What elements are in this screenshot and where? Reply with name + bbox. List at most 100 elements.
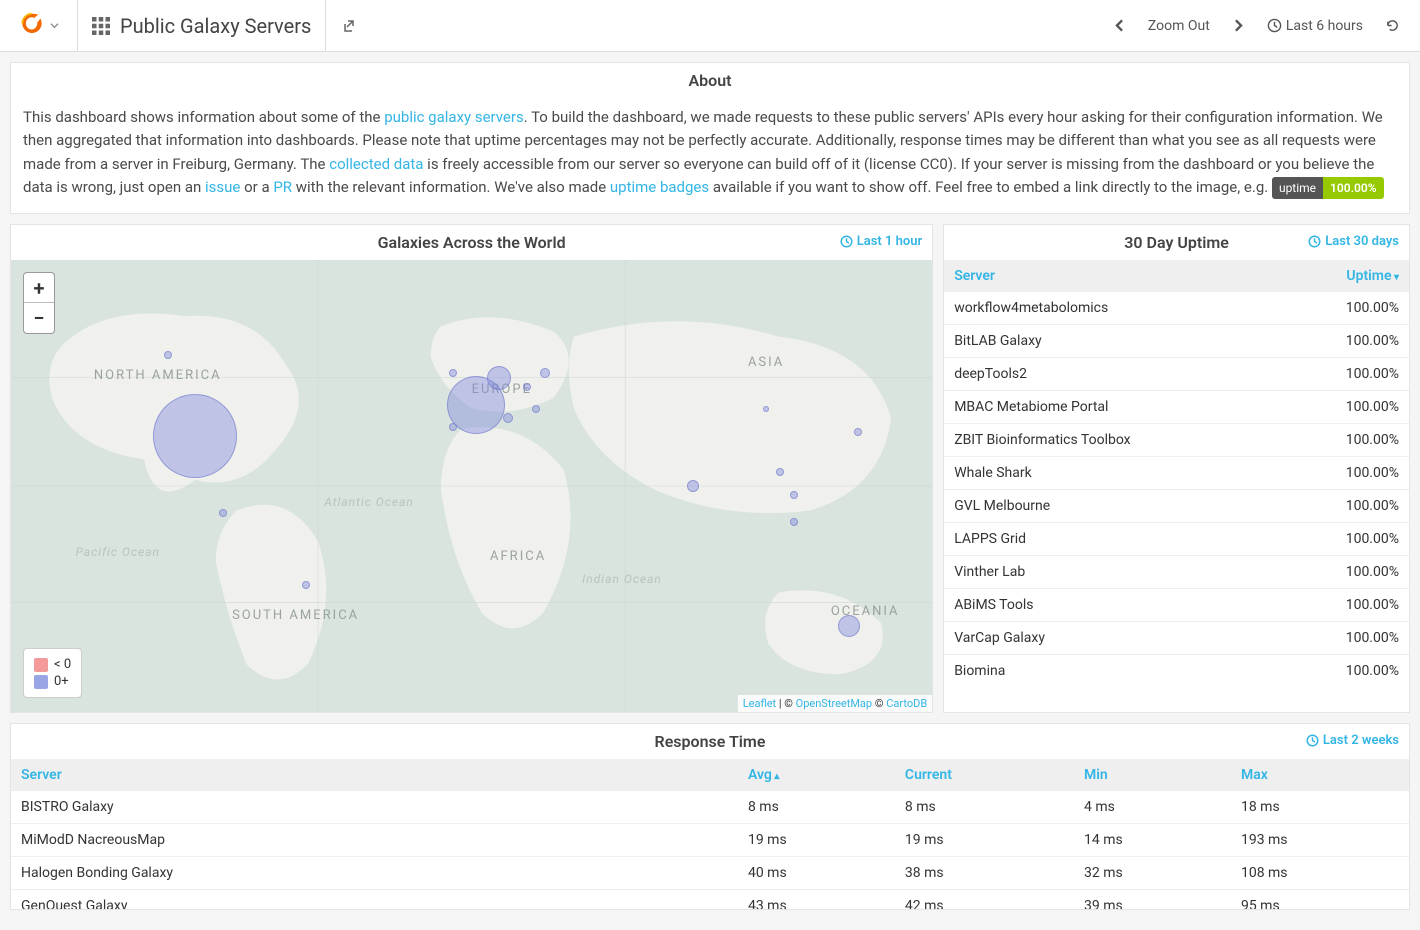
rt-max: 95 ms — [1231, 890, 1409, 910]
link-pr[interactable]: PR — [273, 178, 292, 196]
map-panel: Galaxies Across the World Last 1 hour — [10, 224, 933, 713]
zoom-in-button[interactable]: + — [24, 273, 54, 303]
uptime-server: MBAC Metabiome Portal — [944, 391, 1283, 424]
rt-current: 19 ms — [895, 824, 1074, 857]
world-map[interactable]: + − NORTH AMERICA SOUTH AMERICA EUROPE A… — [11, 260, 932, 712]
dashboard-title-box[interactable]: Public Galaxy Servers — [78, 0, 326, 52]
link-collected-data[interactable]: collected data — [329, 155, 423, 173]
uptime-server: VarCap Galaxy — [944, 622, 1283, 655]
rt-max: 108 ms — [1231, 857, 1409, 890]
about-body: This dashboard shows information about s… — [11, 98, 1409, 213]
link-issue[interactable]: issue — [205, 178, 240, 196]
uptime-badge: uptime100.00% — [1272, 177, 1384, 199]
clock-icon — [840, 235, 853, 248]
table-row: MBAC Metabiome Portal100.00% — [944, 391, 1409, 424]
rt-current: 38 ms — [895, 857, 1074, 890]
table-row: Halogen Bonding Galaxy40 ms38 ms32 ms108… — [11, 857, 1409, 890]
response-time-time-label: Last 2 weeks — [1306, 733, 1399, 748]
rt-current: 8 ms — [895, 791, 1074, 824]
app-logo-box[interactable] — [0, 0, 78, 52]
chevron-left-icon — [1113, 19, 1126, 32]
share-icon — [342, 18, 358, 34]
uptime-value: 100.00% — [1283, 655, 1409, 681]
map-bubble[interactable] — [854, 428, 862, 436]
uptime-server: LAPPS Grid — [944, 523, 1283, 556]
map-bubble[interactable] — [790, 518, 798, 526]
grid-icon — [92, 17, 110, 35]
chevron-down-icon — [50, 21, 59, 30]
map-bubble[interactable] — [523, 383, 531, 391]
map-bubble[interactable] — [687, 480, 699, 492]
map-bubble[interactable] — [487, 366, 511, 390]
map-bubble[interactable] — [532, 405, 540, 413]
table-row: BISTRO Galaxy8 ms8 ms4 ms18 ms — [11, 791, 1409, 824]
time-range-button[interactable]: Last 6 hours — [1259, 12, 1371, 40]
about-title: About — [11, 63, 1409, 98]
clock-icon — [1306, 734, 1319, 747]
map-bubble[interactable] — [164, 351, 172, 359]
map-zoom-controls: + − — [23, 272, 55, 334]
map-bubble[interactable] — [838, 615, 860, 637]
map-bubble[interactable] — [790, 491, 798, 499]
rt-min: 14 ms — [1074, 824, 1231, 857]
rt-col-max[interactable]: Max — [1231, 759, 1409, 791]
map-bubble[interactable] — [449, 423, 457, 431]
map-bubble[interactable] — [153, 394, 237, 478]
map-bubble[interactable] — [776, 468, 784, 476]
about-panel: About This dashboard shows information a… — [10, 62, 1410, 214]
map-bubble[interactable] — [302, 581, 310, 589]
table-row: VarCap Galaxy100.00% — [944, 622, 1409, 655]
rt-server: GenOuest Galaxy — [11, 890, 738, 910]
uptime-value: 100.00% — [1283, 391, 1409, 424]
table-row: ZBIT Bioinformatics Toolbox100.00% — [944, 424, 1409, 457]
uptime-server: deepTools2 — [944, 358, 1283, 391]
uptime-col-server[interactable]: Server — [944, 260, 1283, 292]
map-bubble[interactable] — [449, 369, 457, 377]
table-row: GenOuest Galaxy43 ms42 ms39 ms95 ms — [11, 890, 1409, 910]
rt-max: 193 ms — [1231, 824, 1409, 857]
refresh-button[interactable] — [1377, 12, 1408, 39]
link-uptime-badges[interactable]: uptime badges — [610, 178, 709, 196]
uptime-server: GVL Melbourne — [944, 490, 1283, 523]
uptime-value: 100.00% — [1283, 556, 1409, 589]
map-attribution: Leaflet | © OpenStreetMap © CartoDB — [738, 695, 932, 712]
zoom-out-button[interactable]: − — [24, 303, 54, 333]
chevron-right-icon — [1232, 19, 1245, 32]
rt-avg: 43 ms — [738, 890, 895, 910]
map-label: Indian Ocean — [582, 572, 662, 586]
zoom-out-button[interactable]: Zoom Out — [1140, 12, 1218, 40]
rt-min: 4 ms — [1074, 791, 1231, 824]
map-label: Pacific Ocean — [75, 545, 160, 559]
rt-avg: 8 ms — [738, 791, 895, 824]
uptime-server: workflow4metabolomics — [944, 292, 1283, 325]
uptime-time-label: Last 30 days — [1308, 234, 1399, 249]
uptime-server: BitLAB Galaxy — [944, 325, 1283, 358]
uptime-server: ABiMS Tools — [944, 589, 1283, 622]
uptime-value: 100.00% — [1283, 457, 1409, 490]
uptime-table: Server Uptime workflow4metabolomics100.0… — [944, 260, 1409, 680]
rt-server: BISTRO Galaxy — [11, 791, 738, 824]
uptime-value: 100.00% — [1283, 589, 1409, 622]
rt-current: 42 ms — [895, 890, 1074, 910]
rt-col-server[interactable]: Server — [11, 759, 738, 791]
table-row: Biomina100.00% — [944, 655, 1409, 681]
time-forward-button[interactable] — [1224, 13, 1253, 38]
clock-icon — [1267, 18, 1282, 33]
rt-col-min[interactable]: Min — [1074, 759, 1231, 791]
map-bubble[interactable] — [540, 368, 550, 378]
map-bubble[interactable] — [219, 509, 227, 517]
rt-col-current[interactable]: Current — [895, 759, 1074, 791]
map-bubble[interactable] — [763, 406, 769, 412]
rt-col-avg[interactable]: Avg — [738, 759, 895, 791]
uptime-server: ZBIT Bioinformatics Toolbox — [944, 424, 1283, 457]
map-bubble[interactable] — [503, 413, 513, 423]
table-row: Whale Shark100.00% — [944, 457, 1409, 490]
share-button[interactable] — [326, 0, 374, 52]
uptime-col-uptime[interactable]: Uptime — [1283, 260, 1409, 292]
uptime-server: Biomina — [944, 655, 1283, 681]
response-time-panel: Response Time Last 2 weeks Server Avg Cu… — [10, 723, 1410, 910]
uptime-value: 100.00% — [1283, 325, 1409, 358]
time-back-button[interactable] — [1105, 13, 1134, 38]
link-public-galaxy-servers[interactable]: public galaxy servers — [384, 108, 524, 126]
rt-min: 39 ms — [1074, 890, 1231, 910]
